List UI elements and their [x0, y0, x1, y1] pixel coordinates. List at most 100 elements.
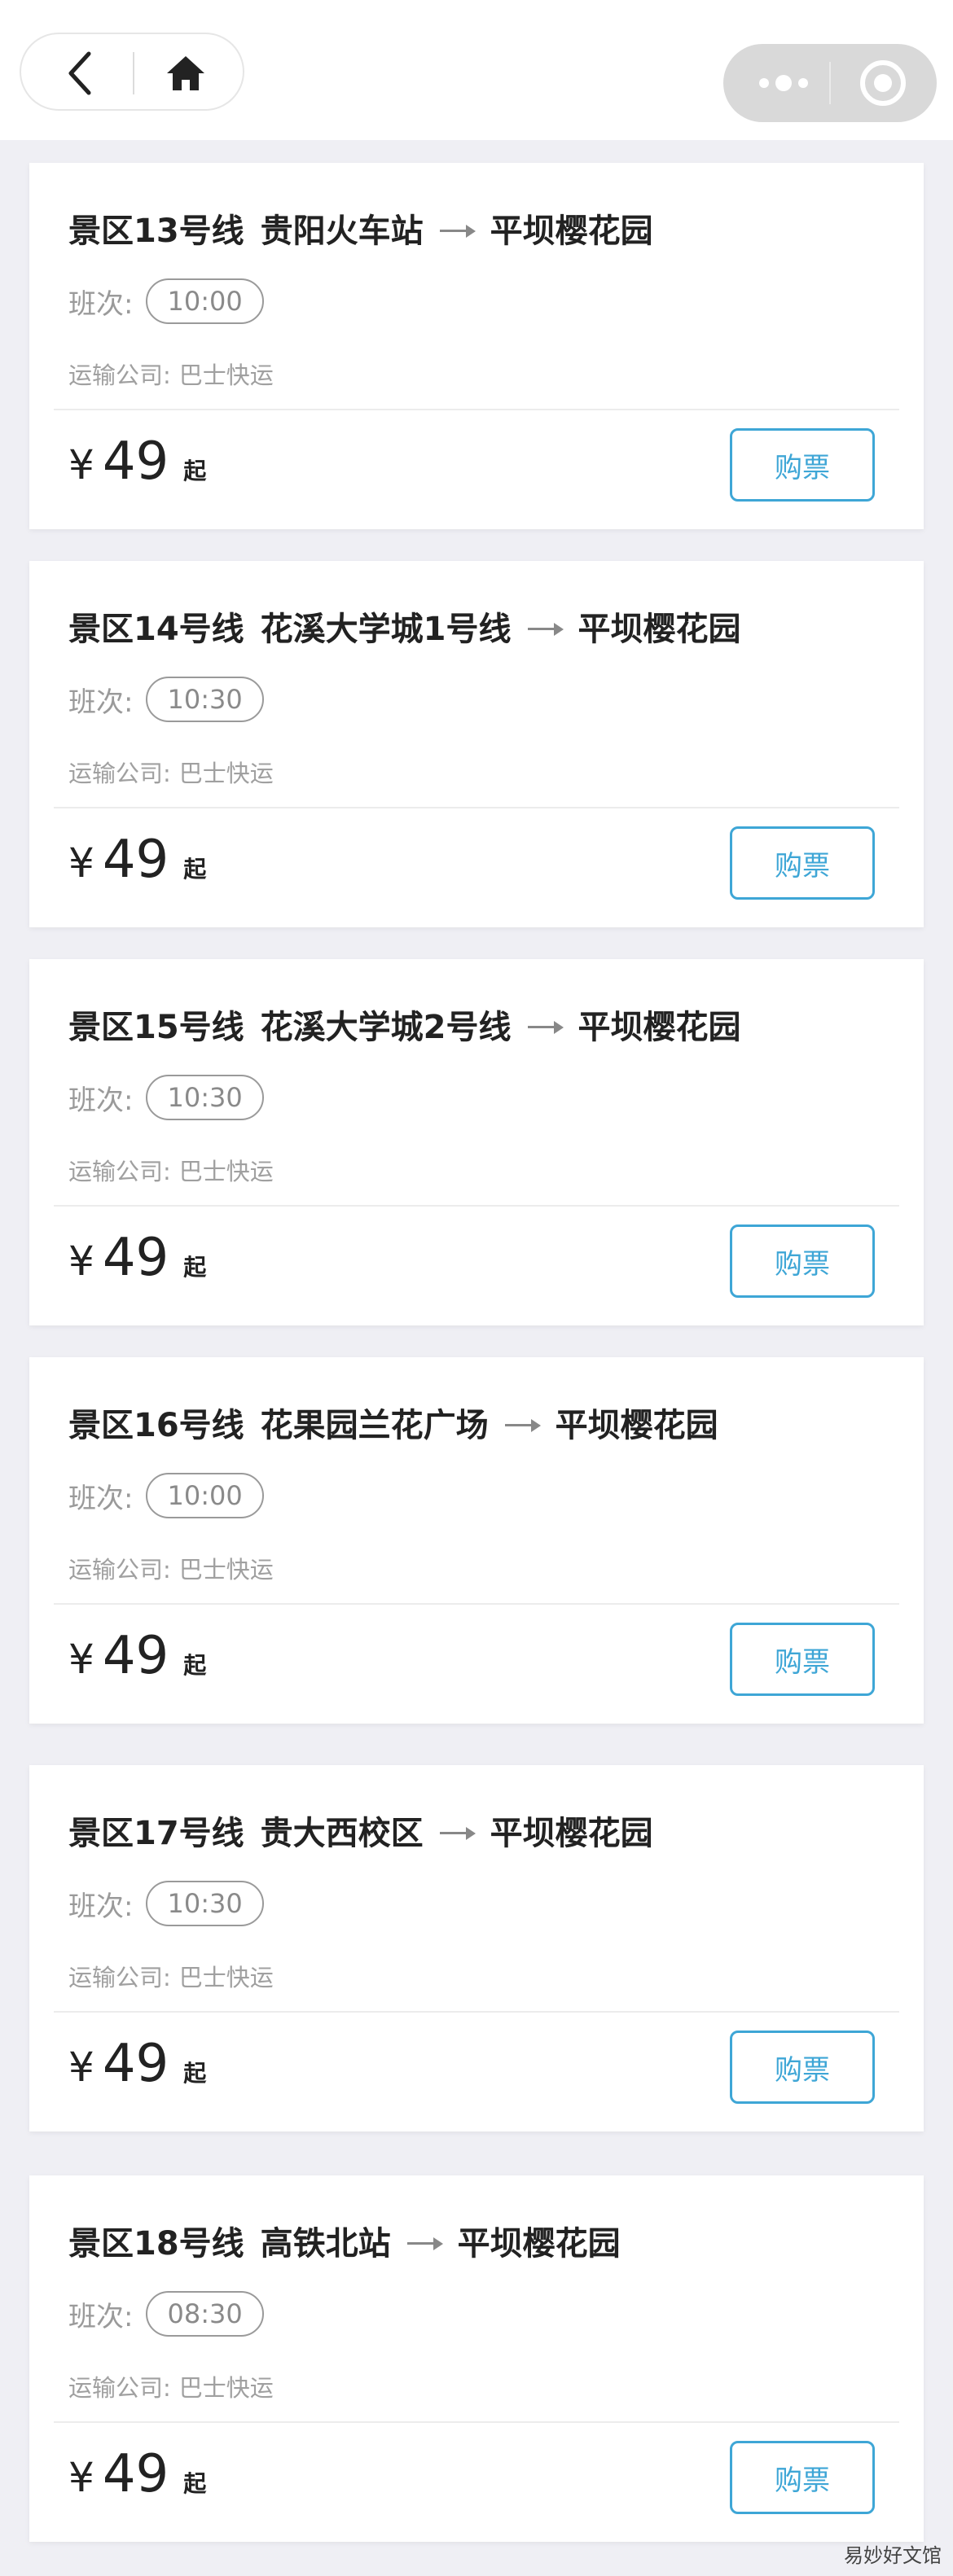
company-label: 运输公司: [68, 1556, 171, 1584]
price: ¥49 起 [68, 1228, 206, 1293]
navigation-capsule [20, 33, 244, 111]
company-row: 运输公司: 巴士快运 [68, 1959, 274, 1993]
route-title: 景区17号线 贵大西校区 平坝樱花园 [68, 1806, 653, 1855]
price-suffix: 起 [183, 2060, 207, 2087]
home-icon[interactable] [160, 47, 212, 99]
departure-time-chip[interactable]: 10:00 [146, 1473, 264, 1518]
card-divider [54, 409, 899, 410]
route-card[interactable]: 景区17号线 贵大西校区 平坝樱花园班次: 10:30 运输公司: 巴士快运 ¥49 起 购票 [29, 1765, 924, 2131]
buy-ticket-button[interactable]: 购票 [730, 428, 875, 502]
price: ¥49 起 [68, 432, 206, 497]
company-label: 运输公司: [68, 361, 171, 389]
chevron-left-icon[interactable] [54, 47, 106, 99]
line-name: 景区15号线 [68, 1009, 244, 1046]
arrow-right-icon [406, 2224, 443, 2257]
line-name: 景区18号线 [68, 2225, 244, 2263]
currency-symbol: ¥ [68, 2454, 94, 2501]
line-name: 景区14号线 [68, 611, 244, 648]
destination-station: 平坝樱花园 [578, 611, 741, 648]
price-suffix: 起 [183, 1254, 207, 1281]
currency-symbol: ¥ [68, 1636, 94, 1683]
price: ¥49 起 [68, 2444, 206, 2509]
company-row: 运输公司: 巴士快运 [68, 755, 274, 789]
buy-ticket-button[interactable]: 购票 [730, 1224, 875, 1298]
schedule-label: 班次: [68, 2300, 134, 2333]
destination-station: 平坝樱花园 [490, 212, 653, 250]
company-name: 巴士快运 [178, 361, 274, 389]
currency-symbol: ¥ [68, 839, 94, 887]
target-close-icon[interactable] [860, 60, 906, 106]
destination-station: 平坝樱花园 [578, 1009, 741, 1046]
buy-ticket-button[interactable]: 购票 [730, 2031, 875, 2104]
origin-station: 高铁北站 [260, 2225, 391, 2263]
schedule-row: 班次: 10:00 [68, 277, 264, 326]
schedule-label: 班次: [68, 686, 134, 719]
company-name: 巴士快运 [178, 2374, 274, 2402]
origin-station: 贵阳火车站 [260, 212, 424, 250]
departure-time-chip[interactable]: 10:00 [146, 278, 264, 324]
price: ¥49 起 [68, 1626, 206, 1691]
departure-time-chip[interactable]: 10:30 [146, 677, 264, 722]
destination-station: 平坝樱花园 [490, 1815, 653, 1852]
company-label: 运输公司: [68, 1964, 171, 1991]
currency-symbol: ¥ [68, 441, 94, 488]
route-card[interactable]: 景区16号线 花果园兰花广场 平坝樱花园班次: 10:00 运输公司: 巴士快运 ¥49 起 购… [29, 1357, 924, 1724]
schedule-label: 班次: [68, 1084, 134, 1117]
route-card[interactable]: 景区14号线 花溪大学城1号线 平坝樱花园班次: 10:30 运输公司: 巴士快运 ¥49 起… [29, 561, 924, 927]
route-title: 景区18号线 高铁北站 平坝樱花园 [68, 2216, 621, 2265]
currency-symbol: ¥ [68, 1238, 94, 1285]
departure-time-chip[interactable]: 08:30 [146, 2291, 264, 2337]
top-navigation-bar [0, 0, 953, 140]
buy-ticket-button[interactable]: 购票 [730, 1623, 875, 1696]
origin-station: 花溪大学城2号线 [260, 1009, 512, 1046]
route-card[interactable]: 景区15号线 花溪大学城2号线 平坝樱花园 班次: 10:30 运输公司: 巴士快运 ¥49 起… [29, 959, 924, 1325]
more-dots-icon[interactable] [751, 64, 816, 103]
card-divider [54, 2011, 899, 2013]
origin-station: 花果园兰花广场 [260, 1407, 489, 1444]
price-amount: 49 [102, 1626, 169, 1686]
watermark: 易妙好文馆 [844, 2544, 942, 2567]
company-row: 运输公司: 巴士快运 [68, 357, 274, 391]
line-name: 景区16号线 [68, 1407, 244, 1444]
company-name: 巴士快运 [178, 1158, 274, 1185]
route-card[interactable]: 景区18号线 高铁北站 平坝樱花园班次: 08:30 运输公司: 巴士快运 ¥49 起 购票 [29, 2175, 924, 2542]
buy-ticket-button[interactable]: 购票 [730, 2441, 875, 2514]
route-title: 景区15号线 花溪大学城2号线 平坝樱花园 [68, 1000, 741, 1049]
capsule-divider [133, 52, 134, 94]
price-suffix: 起 [183, 1652, 207, 1679]
arrow-right-icon [504, 1406, 541, 1439]
price-amount: 49 [102, 1228, 169, 1288]
company-name: 巴士快运 [178, 760, 274, 787]
card-divider [54, 1205, 899, 1207]
schedule-label: 班次: [68, 1482, 134, 1515]
destination-station: 平坝樱花园 [555, 1407, 718, 1444]
schedule-row: 班次: 10:30 [68, 1879, 264, 1928]
departure-time-chip[interactable]: 10:30 [146, 1075, 264, 1120]
capsule-divider [829, 62, 831, 104]
price-suffix: 起 [183, 2470, 207, 2497]
company-row: 运输公司: 巴士快运 [68, 1551, 274, 1585]
origin-station: 贵大西校区 [260, 1815, 424, 1852]
arrow-right-icon [439, 212, 476, 244]
route-title: 景区14号线 花溪大学城1号线 平坝樱花园 [68, 602, 741, 651]
schedule-row: 班次: 10:30 [68, 1073, 264, 1122]
price-amount: 49 [102, 2034, 169, 2094]
mini-program-capsule [723, 44, 937, 122]
route-title: 景区16号线 花果园兰花广场 平坝樱花园 [68, 1398, 718, 1447]
price: ¥49 起 [68, 830, 206, 895]
price-amount: 49 [102, 2444, 169, 2504]
currency-symbol: ¥ [68, 2044, 94, 2091]
price: ¥49 起 [68, 2034, 206, 2099]
company-row: 运输公司: 巴士快运 [68, 2369, 274, 2403]
line-name: 景区13号线 [68, 212, 244, 250]
schedule-row: 班次: 10:00 [68, 1471, 264, 1520]
company-label: 运输公司: [68, 760, 171, 787]
card-divider [54, 807, 899, 808]
schedule-label: 班次: [68, 287, 134, 321]
route-card[interactable]: 景区13号线 贵阳火车站 平坝樱花园班次: 10:00 运输公司: 巴士快运 ¥49 起 购票 [29, 163, 924, 529]
buy-ticket-button[interactable]: 购票 [730, 826, 875, 900]
company-label: 运输公司: [68, 2374, 171, 2402]
line-name: 景区17号线 [68, 1815, 244, 1852]
departure-time-chip[interactable]: 10:30 [146, 1881, 264, 1926]
card-divider [54, 2421, 899, 2423]
